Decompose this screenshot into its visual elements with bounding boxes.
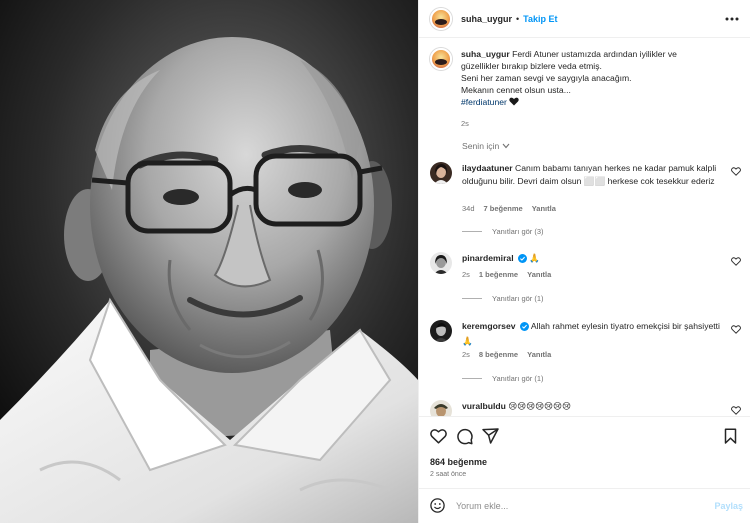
bookmark-icon[interactable] [724,428,742,446]
caption-line-4: Mekanın cennet olsun usta... [461,85,571,95]
caption-line-1: Ferdi Atuner ustamızda ardından iyilikle… [512,49,677,59]
header-separator: • [516,13,520,24]
caption-avatar[interactable] [430,48,452,70]
reply-button[interactable]: Yanıtla [527,350,551,359]
comment-content: 😢😢😢😢😢😢😢 [508,401,572,411]
comment-like-icon[interactable] [731,406,741,416]
caption-line-2: güzellikler bırakıp bizlere veda etmiş. [461,61,602,71]
comments-scroll-area[interactable]: suha_uygur Ferdi Atuner ustamızda ardınd… [419,38,750,416]
comment-content: 🙏 [529,253,541,263]
add-comment-bar: Paylaş [419,488,750,523]
comment-likes[interactable]: 1 beğenme [479,270,518,279]
view-replies-button[interactable]: Yanıtları gör (1) [462,374,544,383]
comment-icon[interactable] [456,428,474,446]
comment-filter-dropdown[interactable]: Senin için [462,141,510,151]
comment-input[interactable] [456,501,696,511]
view-replies-label: Yanıtları gör (1) [492,294,544,303]
post-photo[interactable] [0,0,418,523]
view-replies-label: Yanıtları gör (1) [492,374,544,383]
comment-text: ilaydaatuner Canım babamı tanıyan herkes… [462,162,726,187]
caption-line-3: Seni her zaman sevgi ve saygıyla anacağı… [461,73,632,83]
portrait-image [0,0,418,523]
black-heart-icon [509,97,519,109]
commenter-avatar[interactable] [430,400,452,416]
view-replies-button[interactable]: Yanıtları gör (1) [462,294,544,303]
comment-time: 34d [462,204,475,213]
replies-divider [462,231,482,232]
reply-button[interactable]: Yanıtla [527,270,551,279]
comment-time: 2s [462,270,470,279]
send-icon[interactable] [482,428,500,446]
replies-divider [462,298,482,299]
comment-filter-label: Senin için [462,141,500,151]
verified-badge-icon [517,254,527,267]
comment-likes[interactable]: 8 beğenme [479,350,518,359]
commenter-username[interactable]: keremgorsev [462,321,516,331]
comment-likes[interactable]: 7 beğenme [484,204,523,213]
heart-outline-icon[interactable] [430,428,448,446]
follow-button[interactable]: Takip Et [523,14,557,24]
comment-meta: 34d 7 beğenme Yanıtla [462,204,556,213]
chevron-down-icon [502,141,510,151]
comment-meta: 2s 1 beğenme Yanıtla [462,270,551,279]
commenter-avatar[interactable] [430,162,452,184]
author-username[interactable]: suha_uygur [461,14,512,24]
commenter-username[interactable]: ilaydaatuner [462,163,513,173]
comment-time: 2s [462,350,470,359]
comment-like-icon[interactable] [731,257,741,267]
comment-meta: 2s 8 beğenme Yanıtla [462,350,551,359]
likes-count[interactable]: 864 beğenme [430,457,487,467]
commenter-username[interactable]: pinardemiral [462,253,514,263]
comment-text: keremgorsev Allah rahmet eylesin tiyatro… [462,320,726,347]
comment-text: pinardemiral 🙏 [462,252,726,267]
caption-time: 2s [461,119,469,128]
verified-badge-icon [519,322,529,335]
post-actions: 864 beğenme 2 saat önce [419,416,750,486]
caption-username[interactable]: suha_uygur [461,49,510,59]
caption-hashtag[interactable]: #ferdiatuner [461,97,507,107]
more-horizontal-icon[interactable] [724,11,740,27]
commenter-avatar[interactable] [430,320,452,342]
post-sidebar: suha_uygur • Takip Et suha_uygur Ferdi A… [418,0,750,523]
view-replies-label: Yanıtları gör (3) [492,227,544,236]
commenter-avatar[interactable] [430,252,452,274]
comment-text: vuralbuldu 😢😢😢😢😢😢😢 [462,400,726,413]
caption-text: suha_uygur Ferdi Atuner ustamızda ardınd… [461,48,731,130]
commenter-username[interactable]: vuralbuldu [462,401,506,411]
emoji-smile-icon[interactable] [430,497,445,515]
view-replies-button[interactable]: Yanıtları gör (3) [462,227,544,236]
post-header: suha_uygur • Takip Et [419,0,750,38]
post-caption: suha_uygur Ferdi Atuner ustamızda ardınd… [430,48,740,130]
replies-divider [462,378,482,379]
comment-like-icon[interactable] [731,167,741,177]
post-comment-button[interactable]: Paylaş [714,501,743,511]
author-avatar[interactable] [430,7,452,30]
reply-button[interactable]: Yanıtla [532,204,556,213]
posted-time: 2 saat önce [430,471,467,478]
comment-like-icon[interactable] [731,325,741,335]
